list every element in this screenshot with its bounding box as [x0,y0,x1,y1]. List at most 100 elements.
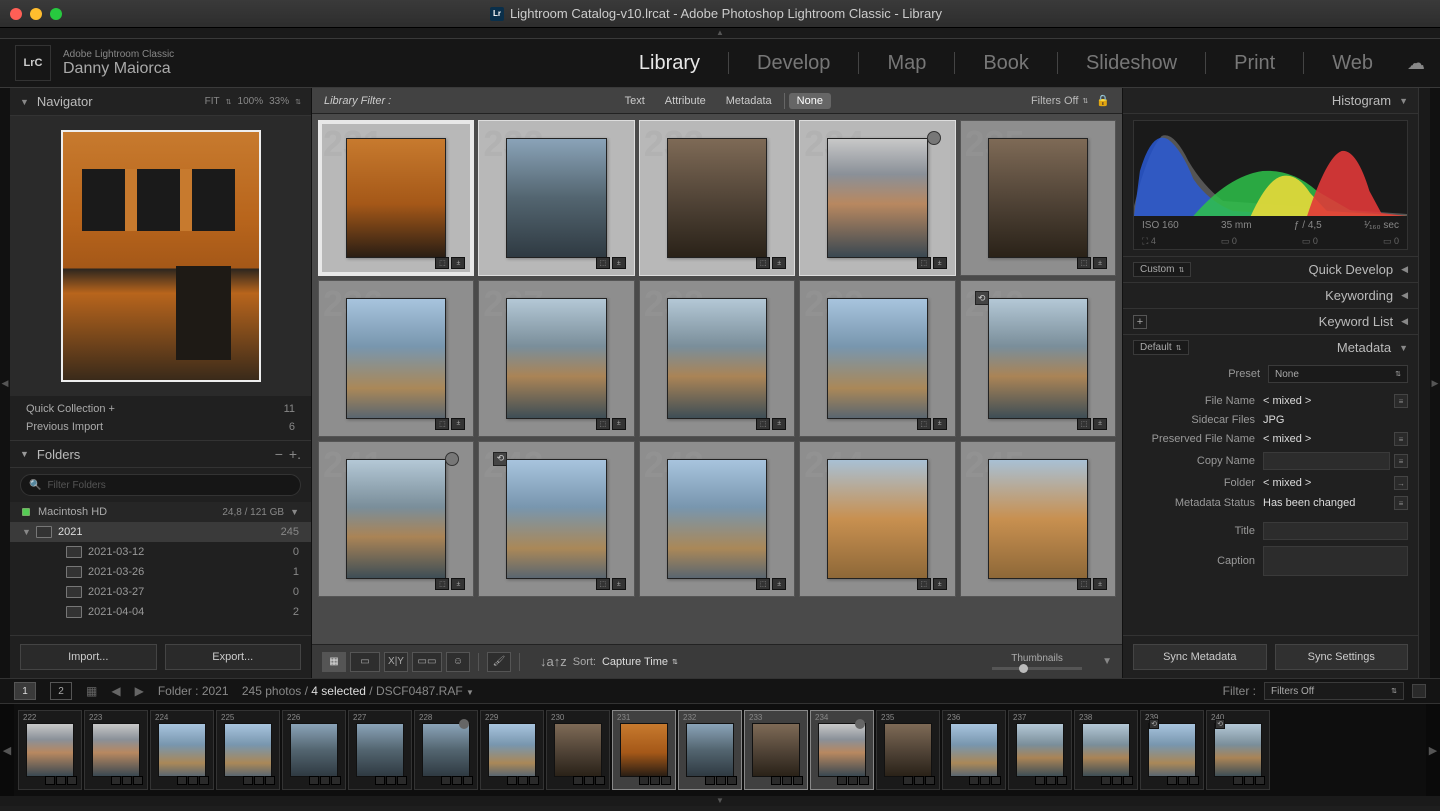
navigator-header[interactable]: ▼ Navigator FIT⇅ 100% 33%⇅ [10,88,311,116]
badge-icon[interactable]: ⬚ [435,418,449,430]
badge-icon[interactable]: ± [451,257,465,269]
develop-flag-icon[interactable]: ⟲ [975,291,989,305]
module-web[interactable]: Web [1322,50,1383,77]
thumbnail-size-slider[interactable]: Thumbnails [992,653,1082,670]
badge-icon[interactable] [1167,776,1177,785]
bottom-collapse-handle[interactable]: ▼ [0,796,1440,806]
develop-flag-icon[interactable]: ⟲ [493,452,507,466]
badge-icon[interactable]: ± [612,257,626,269]
badge-icon[interactable] [727,776,737,785]
filmstrip-cell-229[interactable]: 229 [480,710,544,790]
badge-icon[interactable]: ± [933,578,947,590]
grid-cell-238[interactable]: 238⬚± [639,280,795,436]
filmstrip-cell-225[interactable]: 225 [216,710,280,790]
sort-direction-icon[interactable]: ↓a↑z [540,654,567,669]
goto-arrow-icon[interactable]: → [1394,476,1408,490]
badge-icon[interactable] [254,776,264,785]
badge-icon[interactable] [705,776,715,785]
badge-icon[interactable] [375,776,385,785]
flag-ring[interactable] [927,131,941,145]
badge-icon[interactable]: ⬚ [756,418,770,430]
badge-icon[interactable] [67,776,77,785]
prev-arrow-icon[interactable]: ◀ [111,684,120,698]
badge-icon[interactable] [1035,776,1045,785]
badge-icon[interactable]: ⬚ [1077,418,1091,430]
zoom-stepper-icon[interactable]: ⇅ [226,98,232,106]
badge-icon[interactable] [243,776,253,785]
badge-icon[interactable]: ⬚ [435,578,449,590]
badge-icon[interactable]: ⬚ [596,257,610,269]
badge-icon[interactable] [859,776,869,785]
right-scrollbar[interactable] [1418,88,1430,678]
badge-icon[interactable] [980,776,990,785]
status-text[interactable]: Folder : 2021 245 photos / 4 selected / … [158,684,474,698]
folder-2021-03-26[interactable]: 2021-03-261 [10,562,311,582]
preset-select[interactable]: None⇅ [1268,365,1408,383]
zoom-stepper-icon[interactable]: ⇅ [295,98,301,106]
badge-icon[interactable]: ± [1093,257,1107,269]
primary-display-button[interactable]: 1 [14,682,36,700]
badge-icon[interactable] [584,776,594,785]
grid-view[interactable]: 231⬚±232⬚±233⬚±234⬚±235⬚±236⬚±237⬚±238⬚±… [312,114,1122,644]
previous-import[interactable]: Previous Import 6 [10,418,311,436]
metadata-action-icon[interactable]: ≡ [1394,432,1408,446]
metadata-header[interactable]: Default⇅ Metadata ▼ [1123,334,1418,360]
badge-icon[interactable] [1123,776,1133,785]
badge-icon[interactable]: ± [933,418,947,430]
badge-icon[interactable] [199,776,209,785]
quick-develop-selector[interactable]: Custom⇅ [1133,262,1191,277]
badge-icon[interactable]: ± [933,257,947,269]
badge-icon[interactable] [463,776,473,785]
badge-icon[interactable] [650,776,660,785]
filter-select[interactable]: Filters Off⇅ [1264,682,1404,700]
badge-icon[interactable] [45,776,55,785]
filmstrip-cell-231[interactable]: 231 [612,710,676,790]
filters-off[interactable]: Filters Off⇅ [1031,95,1088,107]
filmstrip-cell-226[interactable]: 226 [282,710,346,790]
badge-icon[interactable] [56,776,66,785]
badge-icon[interactable] [925,776,935,785]
grid-cell-239[interactable]: 239⬚± [799,280,955,436]
module-develop[interactable]: Develop [747,50,840,77]
import-button[interactable]: Import... [20,644,157,670]
badge-icon[interactable]: ± [612,418,626,430]
export-button[interactable]: Export... [165,644,302,670]
flag-ring[interactable] [855,719,865,729]
badge-icon[interactable] [793,776,803,785]
badge-icon[interactable]: ⬚ [756,578,770,590]
title-input[interactable] [1263,522,1408,540]
folder-2021-03-12[interactable]: 2021-03-120 [10,542,311,562]
folder-2021-04-04[interactable]: 2021-04-042 [10,602,311,622]
keywording-header[interactable]: Keywording ◀ [1123,282,1418,308]
quick-develop-header[interactable]: Custom⇅ Quick Develop ◀ [1123,256,1418,282]
filter-tab-attribute[interactable]: Attribute [657,93,714,109]
filmstrip-cell-234[interactable]: 234 [810,710,874,790]
grid-cell-237[interactable]: 237⬚± [478,280,634,436]
zoom-fit[interactable]: FIT [205,96,220,107]
grid-cell-245[interactable]: 245⬚± [960,441,1116,597]
metadata-action-icon[interactable]: ≡ [1394,496,1408,510]
badge-icon[interactable] [782,776,792,785]
grid-cell-236[interactable]: 236⬚± [318,280,474,436]
metadata-set-selector[interactable]: Default⇅ [1133,340,1189,355]
module-library[interactable]: Library [629,50,710,77]
folder-2021-03-27[interactable]: 2021-03-270 [10,582,311,602]
badge-icon[interactable]: ⬚ [435,257,449,269]
badge-icon[interactable]: ⬚ [756,257,770,269]
module-slideshow[interactable]: Slideshow [1076,50,1187,77]
filmstrip-scroll[interactable]: 2222232242252262272282292302312322332342… [14,704,1426,796]
lock-icon[interactable]: 🔒 [1096,94,1110,107]
filmstrip-right-arrow[interactable]: ▶ [1426,704,1440,796]
identity-plate[interactable]: Adobe Lightroom Classic Danny Maiorca [63,49,174,78]
filmstrip-cell-230[interactable]: 230 [546,710,610,790]
sync-settings-button[interactable]: Sync Settings [1275,644,1409,670]
grid-cell-235[interactable]: 235⬚± [960,120,1116,276]
badge-icon[interactable]: ± [451,418,465,430]
toolbar-menu-icon[interactable]: ▼ [1102,656,1112,667]
module-print[interactable]: Print [1224,50,1285,77]
volume-row[interactable]: Macintosh HD 24,8 / 121 GB ▼ [10,502,311,522]
right-rail-collapse[interactable]: ▶ [1430,88,1440,678]
badge-icon[interactable]: ± [772,257,786,269]
badge-icon[interactable]: ⬚ [596,418,610,430]
badge-icon[interactable] [386,776,396,785]
